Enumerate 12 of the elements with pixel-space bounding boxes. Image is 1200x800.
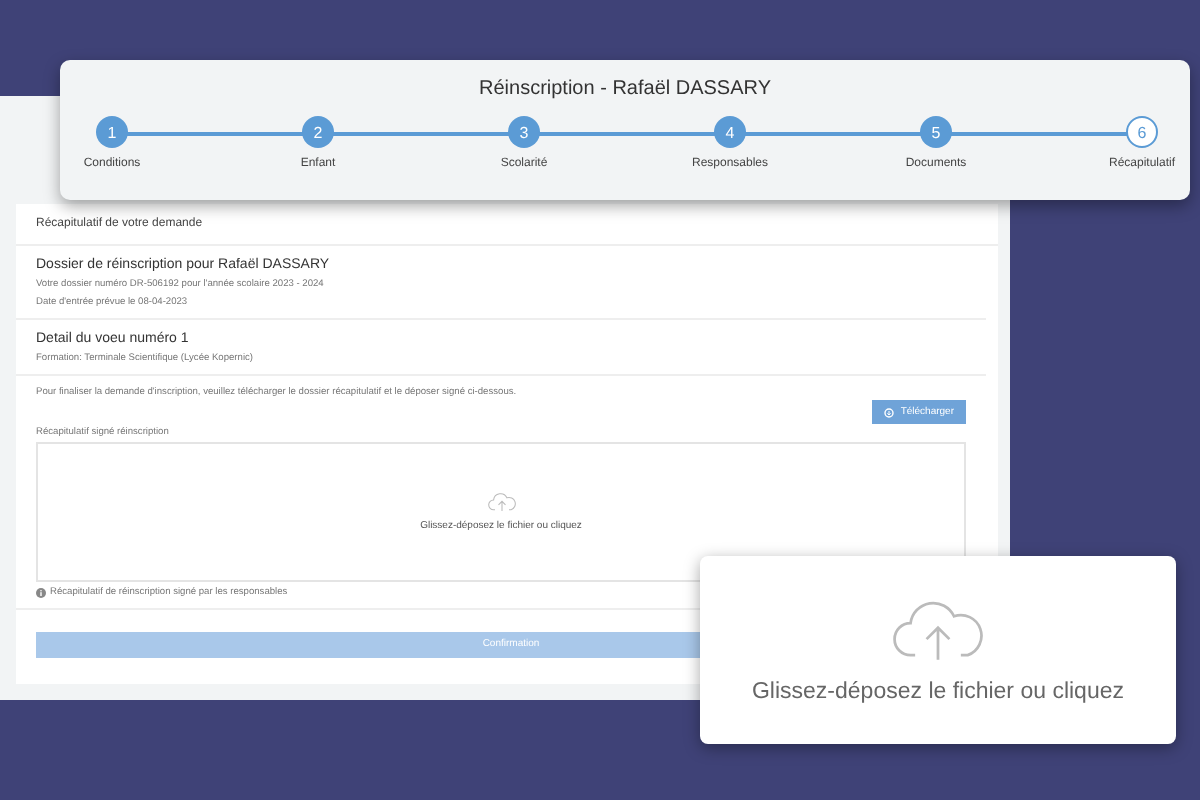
callout-dropzone-text: Glissez-déposez le fichier ou cliquez (751, 679, 1124, 703)
step-number[interactable]: 4 (714, 116, 746, 148)
step-number[interactable]: 1 (96, 116, 128, 148)
step-number[interactable]: 2 (302, 116, 334, 148)
step-number[interactable]: 5 (920, 116, 952, 148)
download-icon (884, 407, 895, 417)
stepper-title: Réinscription - Rafaël DASSARY (477, 78, 773, 100)
cloud-upload-icon (487, 492, 515, 512)
step-number[interactable]: 3 (508, 116, 540, 148)
step-number[interactable]: 6 (1126, 116, 1158, 148)
info-icon (36, 588, 46, 598)
cloud-upload-icon (892, 597, 984, 661)
